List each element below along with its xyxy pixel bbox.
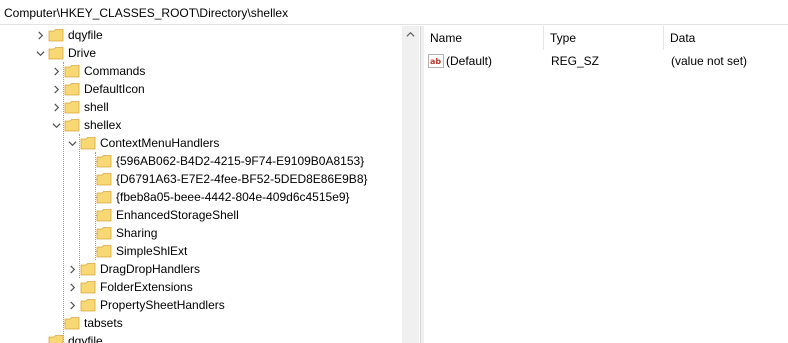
- chevron-down-icon[interactable]: [64, 134, 80, 152]
- folder-icon: [48, 334, 64, 343]
- folder-open-icon: [80, 136, 96, 150]
- tree-item-guid-fbeb8a05[interactable]: {fbeb8a05-beee-4442-804e-409d6c4515e9}: [96, 188, 350, 206]
- column-header-label: Type: [550, 31, 577, 45]
- tree-item-label: Commands: [84, 64, 146, 78]
- tree-item-guid-d6791a63[interactable]: {D6791A63-E7E2-4fee-BF52-5DED8E86E9B8}: [96, 170, 368, 188]
- folder-icon: [64, 100, 80, 114]
- folder-icon: [96, 226, 112, 240]
- svg-text:ab: ab: [430, 57, 441, 66]
- value-row-type[interactable]: REG_SZ: [551, 52, 661, 70]
- string-value-icon: ab: [428, 54, 444, 68]
- tree-guide-line: [79, 134, 80, 278]
- value-data: (value not set): [671, 54, 748, 68]
- tree-item-label: SimpleShlExt: [116, 244, 188, 258]
- tree-item-simpleshlext[interactable]: SimpleShlExt: [96, 242, 187, 260]
- tree-item-drive[interactable]: Drive: [32, 44, 96, 62]
- tree-item-guid-596ab062[interactable]: {596AB062-B4D2-4215-9F74-E9109B0A8153}: [96, 152, 364, 170]
- tree-item-label: FolderExtensions: [100, 280, 193, 294]
- value-type: REG_SZ: [551, 54, 600, 68]
- tree-item-label: tabsets: [84, 316, 123, 330]
- tree-item-label: {fbeb8a05-beee-4442-804e-409d6c4515e9}: [116, 190, 350, 204]
- column-header-data[interactable]: Data: [664, 26, 788, 50]
- chevron-right-icon[interactable]: [48, 62, 64, 80]
- folder-icon: [80, 298, 96, 312]
- tree-item-tabsets[interactable]: tabsets: [64, 314, 123, 332]
- chevron-right-icon[interactable]: [32, 26, 48, 44]
- tree-item-label: {596AB062-B4D2-4215-9F74-E9109B0A8153}: [116, 154, 365, 168]
- column-header-name[interactable]: Name: [424, 26, 544, 50]
- folder-icon: [96, 208, 112, 222]
- tree-item-defaulticon[interactable]: DefaultIcon: [48, 80, 145, 98]
- tree-item-label: DefaultIcon: [84, 82, 145, 96]
- scroll-up-icon[interactable]: [402, 26, 419, 43]
- folder-icon: [96, 244, 112, 258]
- column-header-label: Name: [430, 31, 463, 45]
- tree-item-dqyfile-2[interactable]: dqyfile: [48, 332, 103, 343]
- tree-item-contextmenuhandlers[interactable]: ContextMenuHandlers: [64, 134, 219, 152]
- tree-item-label: ContextMenuHandlers: [100, 136, 220, 150]
- chevron-down-icon[interactable]: [32, 44, 48, 62]
- address-path[interactable]: Computer\HKEY_CLASSES_ROOT\Directory\she…: [4, 6, 288, 20]
- tree-item-label: EnhancedStorageShell: [116, 208, 239, 222]
- folder-icon: [96, 154, 112, 168]
- folder-open-icon: [48, 46, 64, 60]
- chevron-right-icon[interactable]: [48, 98, 64, 116]
- address-bar[interactable]: Computer\HKEY_CLASSES_ROOT\Directory\she…: [0, 0, 788, 25]
- value-row-name[interactable]: ab (Default): [428, 52, 544, 70]
- tree-item-commands[interactable]: Commands: [48, 62, 145, 80]
- tree-item-label: DragDropHandlers: [100, 262, 201, 276]
- chevron-down-icon[interactable]: [48, 116, 64, 134]
- folder-icon: [64, 316, 80, 330]
- tree-item-folderextensions[interactable]: FolderExtensions: [64, 278, 193, 296]
- folder-open-icon: [64, 118, 80, 132]
- registry-editor-window: Computer\HKEY_CLASSES_ROOT\Directory\she…: [0, 0, 788, 343]
- values-list-pane[interactable]: Name Type Data ab (Default) REG_SZ (valu…: [424, 26, 788, 343]
- tree-item-enhancedstorageshell[interactable]: EnhancedStorageShell: [96, 206, 239, 224]
- tree-item-label: Drive: [68, 46, 97, 60]
- folder-icon: [64, 64, 80, 78]
- key-tree-pane[interactable]: dqyfile Drive Commands DefaultIcon shell…: [0, 26, 420, 343]
- tree-item-label: shell: [84, 100, 109, 114]
- tree-item-label: dqyfile: [68, 334, 103, 343]
- tree-item-label: PropertySheetHandlers: [100, 298, 225, 312]
- tree-item-shell[interactable]: shell: [48, 98, 109, 116]
- tree-item-label: shellex: [84, 118, 122, 132]
- folder-icon: [80, 262, 96, 276]
- column-header-type[interactable]: Type: [544, 26, 664, 50]
- tree-item-label: Sharing: [116, 226, 158, 240]
- column-header-label: Data: [670, 31, 696, 45]
- folder-icon: [80, 280, 96, 294]
- folder-icon: [48, 28, 64, 42]
- folder-icon: [96, 172, 112, 186]
- value-name: (Default): [446, 54, 493, 68]
- tree-item-dqyfile[interactable]: dqyfile: [32, 26, 103, 44]
- tree-item-shellex[interactable]: shellex: [48, 116, 121, 134]
- chevron-right-icon[interactable]: [64, 296, 80, 314]
- folder-icon: [64, 82, 80, 96]
- tree-item-label: dqyfile: [68, 28, 103, 42]
- tree-item-label: {D6791A63-E7E2-4fee-BF52-5DED8E86E9B8}: [116, 172, 368, 186]
- tree-item-dragdrophandlers[interactable]: DragDropHandlers: [64, 260, 200, 278]
- folder-icon: [96, 190, 112, 204]
- chevron-right-icon[interactable]: [48, 80, 64, 98]
- tree-scrollbar[interactable]: [402, 26, 419, 343]
- chevron-right-icon[interactable]: [64, 260, 80, 278]
- chevron-right-icon[interactable]: [64, 278, 80, 296]
- value-row-data[interactable]: (value not set): [671, 52, 788, 70]
- tree-item-propertysheethandlers[interactable]: PropertySheetHandlers: [64, 296, 225, 314]
- tree-item-sharing[interactable]: Sharing: [96, 224, 157, 242]
